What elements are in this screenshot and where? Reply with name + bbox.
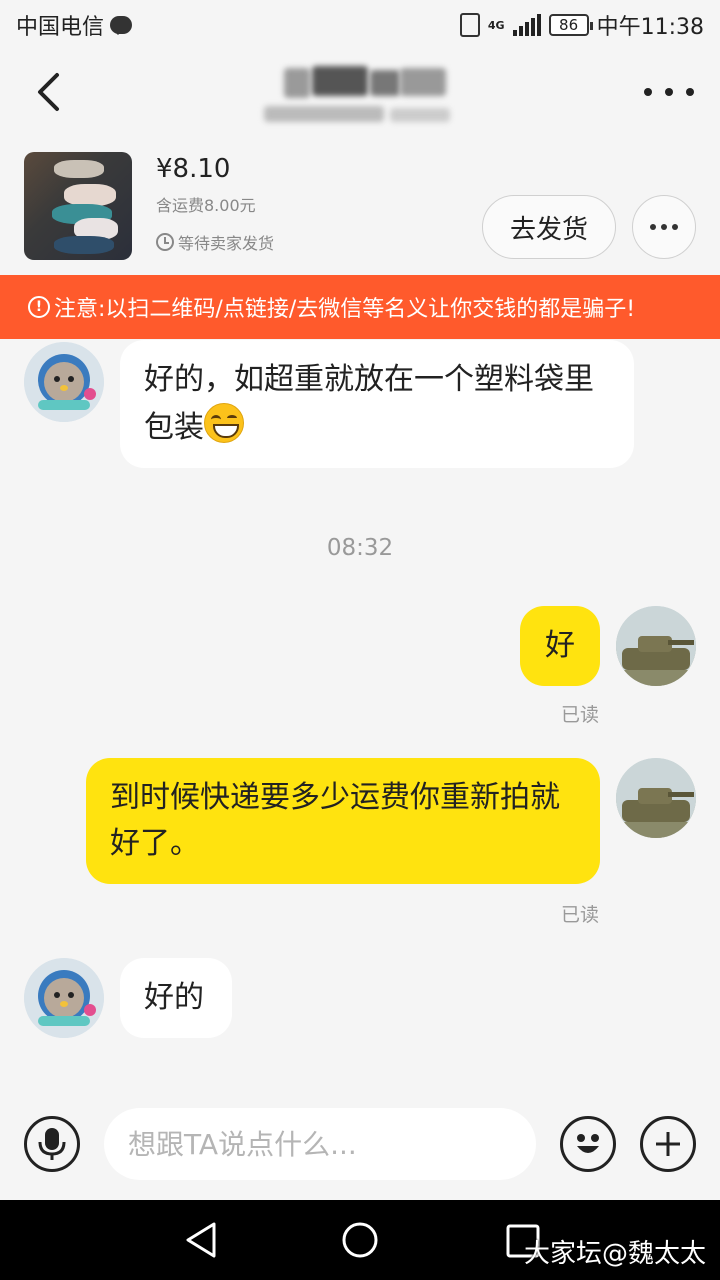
back-button[interactable]: [28, 70, 68, 114]
voice-button[interactable]: [24, 1116, 80, 1172]
order-card: ¥8.10 含运费8.00元 等待卖家发货 去发货: [0, 140, 720, 275]
plus-icon: [656, 1132, 680, 1156]
more-options-button[interactable]: [644, 80, 694, 104]
product-thumbnail[interactable]: [24, 152, 132, 260]
message-notification-icon: [110, 16, 133, 35]
message-text: 好: [545, 628, 575, 663]
seller-avatar[interactable]: [24, 342, 104, 422]
battery-icon: 86: [548, 14, 593, 36]
shipping-fee: 含运费8.00元: [156, 196, 256, 215]
battery-level: 86: [559, 16, 579, 34]
signal-icon: [512, 14, 541, 36]
order-status-text: 等待卖家发货: [178, 234, 275, 253]
emoji-button[interactable]: [560, 1116, 616, 1172]
message-input[interactable]: [104, 1108, 536, 1180]
message-bubble-outgoing[interactable]: 到时候快递要多少运费你重新拍就好了。: [86, 758, 600, 884]
seal-avatar-icon: [24, 342, 104, 422]
contact-name-blurred: [260, 62, 450, 128]
add-attachment-button[interactable]: [640, 1116, 696, 1172]
buyer-avatar[interactable]: [616, 606, 696, 686]
seal-avatar-icon: [24, 958, 104, 1038]
microphone-icon: [38, 1128, 66, 1160]
tank-avatar-icon: [616, 606, 696, 686]
status-time: 中午11:38: [596, 15, 704, 40]
warning-text: 注意:以扫二维码/点链接/去微信等名义让你交钱的都是骗子!: [54, 297, 636, 322]
buyer-avatar[interactable]: [616, 758, 696, 838]
grinning-emoji-icon: [204, 403, 244, 443]
order-price: ¥8.10: [156, 154, 231, 184]
message-bubble-outgoing[interactable]: 好: [520, 606, 600, 686]
message-input-bar: [0, 1088, 720, 1200]
ship-button[interactable]: 去发货: [482, 195, 616, 259]
read-receipt: 已读: [561, 904, 600, 926]
fraud-warning-banner: ! 注意:以扫二维码/点链接/去微信等名义让你交钱的都是骗子!: [0, 275, 720, 339]
carrier-name: 中国电信: [16, 15, 105, 40]
status-bar: 中国电信 4G 86 中午11:38: [0, 0, 720, 50]
back-arrow-icon: [38, 73, 59, 111]
vibrate-icon: [459, 13, 480, 37]
nav-back-icon[interactable]: [182, 1220, 222, 1260]
warning-icon: !: [28, 296, 50, 318]
system-nav-bar: 大家坛@魏太太: [0, 1200, 720, 1280]
read-receipt: 已读: [561, 704, 600, 726]
emoji-icon: [577, 1134, 599, 1153]
watermark: 大家坛@魏太太: [523, 1239, 706, 1269]
seller-avatar[interactable]: [24, 958, 104, 1038]
clock-icon: [156, 233, 174, 251]
order-more-button[interactable]: [632, 195, 696, 259]
message-text: 到时候快递要多少运费你重新拍就好了。: [110, 780, 560, 861]
tank-avatar-icon: [616, 758, 696, 838]
network-type: 4G: [487, 18, 505, 32]
message-bubble-incoming[interactable]: 好的，如超重就放在一个塑料袋里包装: [120, 340, 634, 468]
nav-home-icon[interactable]: [340, 1220, 380, 1260]
message-bubble-incoming[interactable]: 好的: [120, 958, 232, 1038]
chat-timestamp: 08:32: [326, 535, 394, 561]
chat-header: [0, 50, 720, 140]
order-status: 等待卖家发货: [156, 230, 274, 254]
message-text: 好的: [144, 980, 204, 1015]
